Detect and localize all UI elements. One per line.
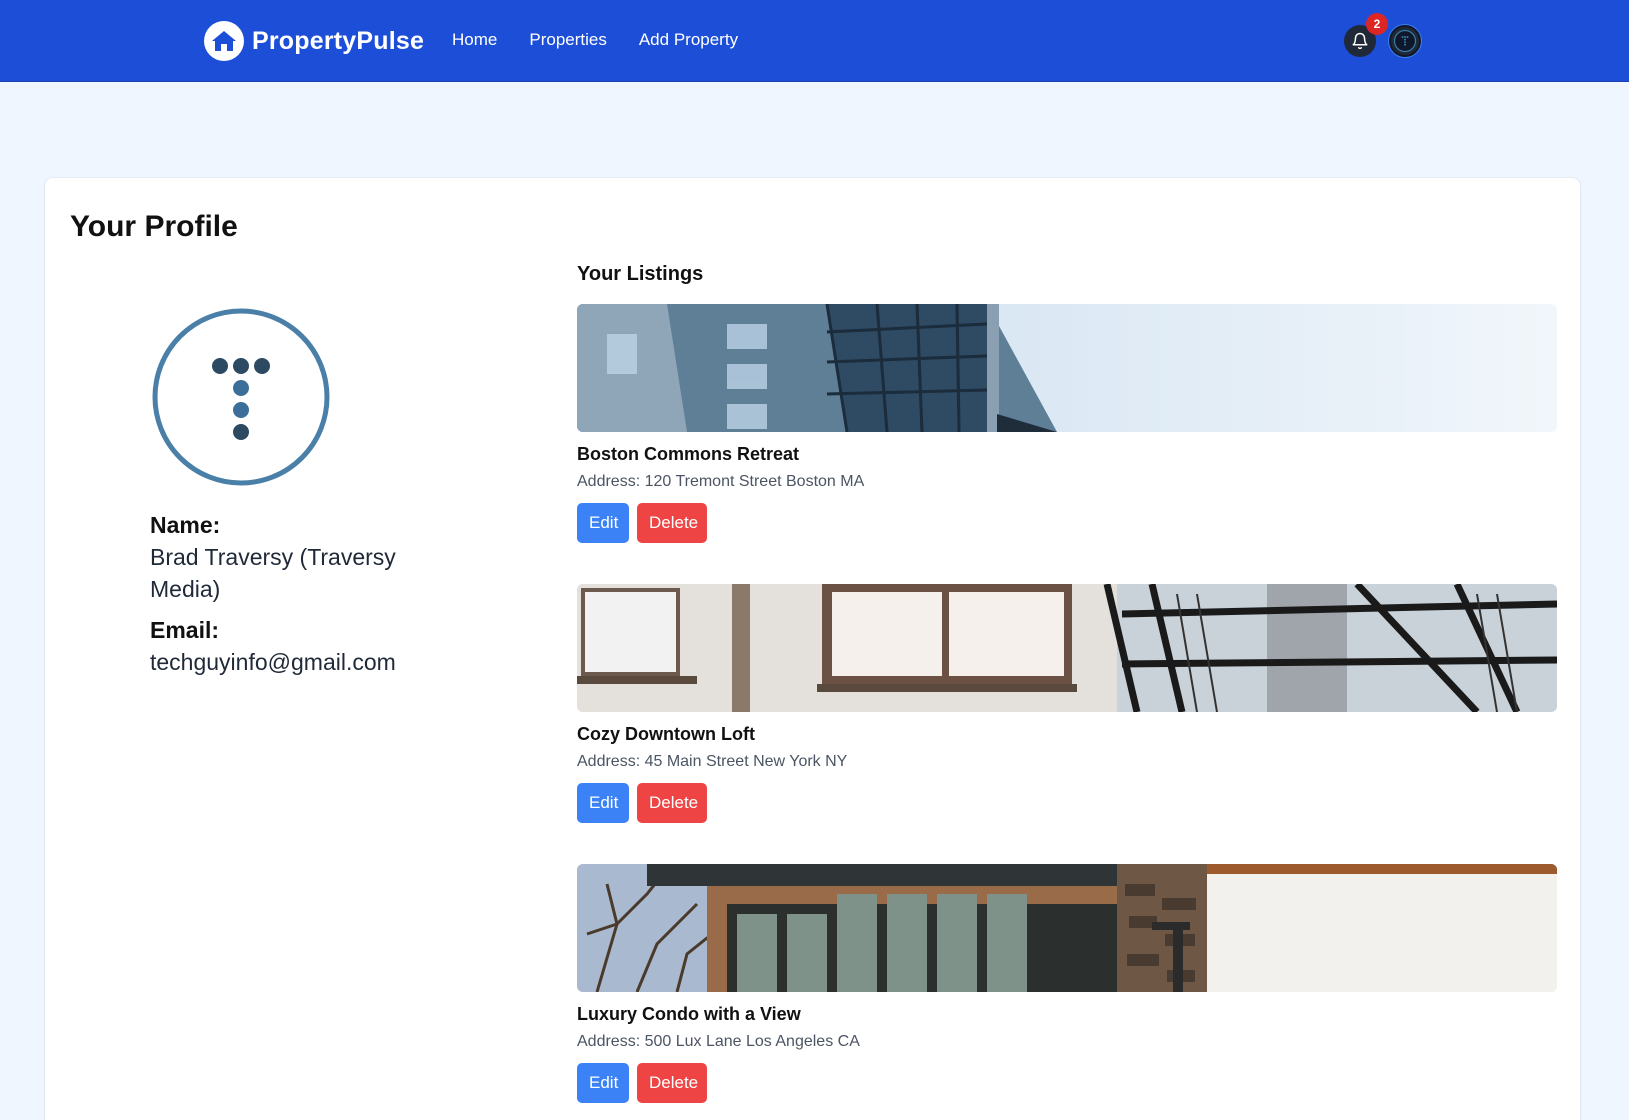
brand-name: PropertyPulse bbox=[252, 26, 425, 55]
listing-address: Address: 45 Main Street New York NY bbox=[577, 753, 848, 770]
nav-links: Home Properties Add Property bbox=[440, 24, 754, 56]
listings-section: Your Listings Boston Commons Retreat Add… bbox=[577, 263, 1557, 1120]
listing-address: Address: 500 Lux Lane Los Angeles CA bbox=[577, 1033, 860, 1050]
listing-name: Cozy Downtown Loft bbox=[577, 724, 755, 744]
nav-link-home[interactable]: Home bbox=[440, 24, 513, 56]
delete-button[interactable]: Delete bbox=[637, 503, 707, 543]
listing-image[interactable] bbox=[577, 304, 1557, 432]
listing-name: Luxury Condo with a View bbox=[577, 1004, 801, 1024]
listing-actions: Edit Delete bbox=[577, 1063, 1557, 1103]
email-value: techguyinfo@gmail.com bbox=[150, 649, 396, 675]
listing-name: Boston Commons Retreat bbox=[577, 444, 800, 464]
edit-button[interactable]: Edit bbox=[577, 783, 629, 823]
delete-button[interactable]: Delete bbox=[637, 1063, 707, 1103]
name-label: Name: bbox=[150, 512, 221, 538]
listing-actions: Edit Delete bbox=[577, 503, 1557, 543]
brand-link[interactable]: PropertyPulse bbox=[204, 20, 424, 62]
listings-title: Your Listings bbox=[577, 263, 704, 285]
profile-avatar bbox=[152, 308, 330, 486]
user-avatar-button[interactable] bbox=[1389, 25, 1421, 57]
profile-card: Your Profile Name: Brad Traversy (Traver… bbox=[45, 178, 1580, 1120]
listing-item: Cozy Downtown Loft Address: 45 Main Stre… bbox=[577, 584, 1557, 823]
listing-image[interactable] bbox=[577, 864, 1557, 992]
name-value: Brad Traversy (Traversy Media) bbox=[150, 544, 396, 602]
listing-item: Boston Commons Retreat Address: 120 Trem… bbox=[577, 304, 1557, 543]
delete-button[interactable]: Delete bbox=[637, 783, 707, 823]
listing-item: Luxury Condo with a View Address: 500 Lu… bbox=[577, 864, 1557, 1103]
nav-link-add-property[interactable]: Add Property bbox=[623, 24, 754, 56]
profile-info: Name: Brad Traversy (Traversy Media) Ema… bbox=[150, 306, 450, 678]
notification-badge: 2 bbox=[1366, 13, 1388, 35]
page-title: Your Profile bbox=[70, 210, 238, 243]
nav-link-properties[interactable]: Properties bbox=[513, 24, 622, 56]
listing-image[interactable] bbox=[577, 584, 1557, 712]
house-icon bbox=[204, 21, 244, 61]
edit-button[interactable]: Edit bbox=[577, 1063, 629, 1103]
listing-address: Address: 120 Tremont Street Boston MA bbox=[577, 473, 865, 490]
email-label: Email: bbox=[150, 617, 220, 643]
navbar: PropertyPulse Home Properties Add Proper… bbox=[0, 0, 1629, 82]
edit-button[interactable]: Edit bbox=[577, 503, 629, 543]
bell-icon bbox=[1352, 32, 1368, 50]
listing-actions: Edit Delete bbox=[577, 783, 1557, 823]
user-avatar-icon bbox=[1393, 29, 1417, 53]
